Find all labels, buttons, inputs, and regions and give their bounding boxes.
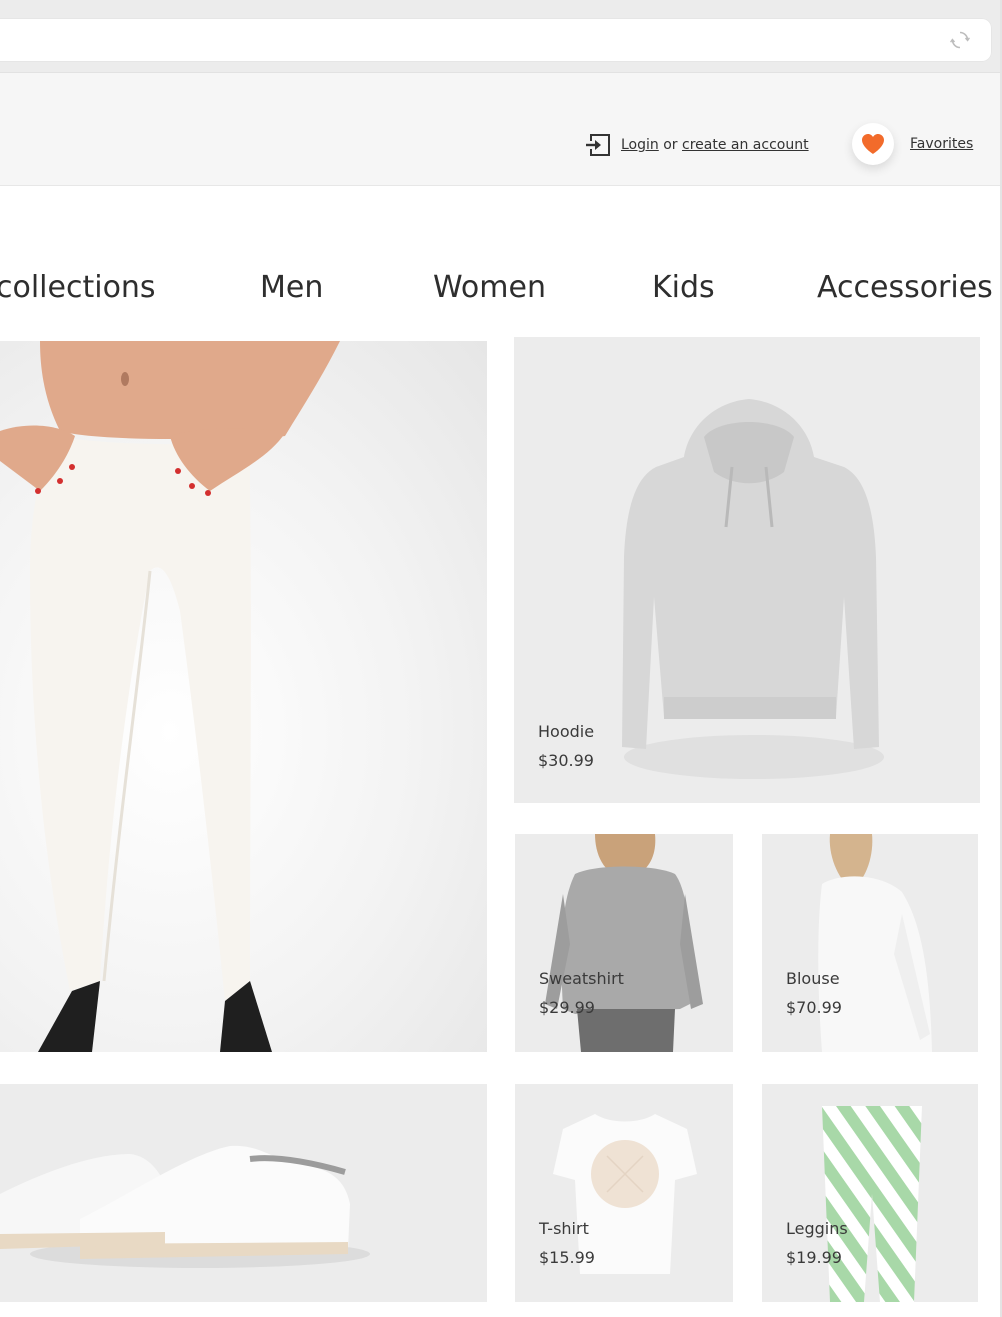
product-name: Leggins (786, 1219, 848, 1238)
heart-icon (862, 134, 884, 154)
product-name: Blouse (786, 969, 840, 988)
feature-card-leggings[interactable] (0, 341, 487, 1052)
product-name: Hoodie (538, 722, 595, 741)
shoes-image (0, 1145, 370, 1268)
product-price: $30.99 (538, 751, 594, 770)
browser-toolbar (0, 0, 1002, 73)
product-price: $15.99 (539, 1248, 595, 1267)
login-area: Login or create an account (585, 133, 809, 157)
site-header: Login or create an account Favorites (0, 73, 1002, 186)
nav-item-men[interactable]: Men (260, 270, 323, 305)
login-link[interactable]: Login (621, 137, 659, 153)
product-label-leggins: Leggins $19.99 (786, 1214, 848, 1272)
product-card-leggins[interactable]: Leggins $19.99 (762, 1084, 978, 1302)
product-card-blouse[interactable]: Blouse $70.99 (762, 834, 978, 1052)
product-price: $70.99 (786, 998, 842, 1017)
product-card-shoes[interactable] (0, 1084, 487, 1302)
main-nav: collections Men Women Kids Accessories (0, 270, 1002, 320)
login-arrow-icon[interactable] (585, 133, 611, 157)
favorites-link[interactable]: Favorites (910, 136, 973, 152)
or-text: or (663, 137, 678, 153)
product-label-sweatshirt: Sweatshirt $29.99 (539, 964, 624, 1022)
nav-item-kids[interactable]: Kids (652, 270, 715, 305)
product-name: T-shirt (539, 1219, 589, 1238)
nav-item-collections[interactable]: collections (0, 270, 156, 305)
leggings-model-image (0, 341, 340, 1052)
product-label-blouse: Blouse $70.99 (786, 964, 842, 1022)
product-label-tshirt: T-shirt $15.99 (539, 1214, 595, 1272)
product-card-sweatshirt[interactable]: Sweatshirt $29.99 (515, 834, 733, 1052)
nav-item-women[interactable]: Women (433, 270, 546, 305)
product-name: Sweatshirt (539, 969, 624, 988)
product-label-hoodie: Hoodie $30.99 (538, 717, 594, 775)
product-price: $29.99 (539, 998, 595, 1017)
create-account-link[interactable]: create an account (682, 137, 809, 153)
favorites-button[interactable] (852, 123, 894, 165)
product-card-hoodie[interactable]: Hoodie $30.99 (514, 337, 980, 803)
address-bar[interactable] (0, 18, 992, 62)
nav-item-accessories[interactable]: Accessories (817, 270, 993, 305)
favorites-area[interactable]: Favorites (852, 123, 973, 165)
product-price: $19.99 (786, 1248, 842, 1267)
reload-icon[interactable] (950, 30, 970, 50)
product-card-tshirt[interactable]: T-shirt $15.99 (515, 1084, 733, 1302)
